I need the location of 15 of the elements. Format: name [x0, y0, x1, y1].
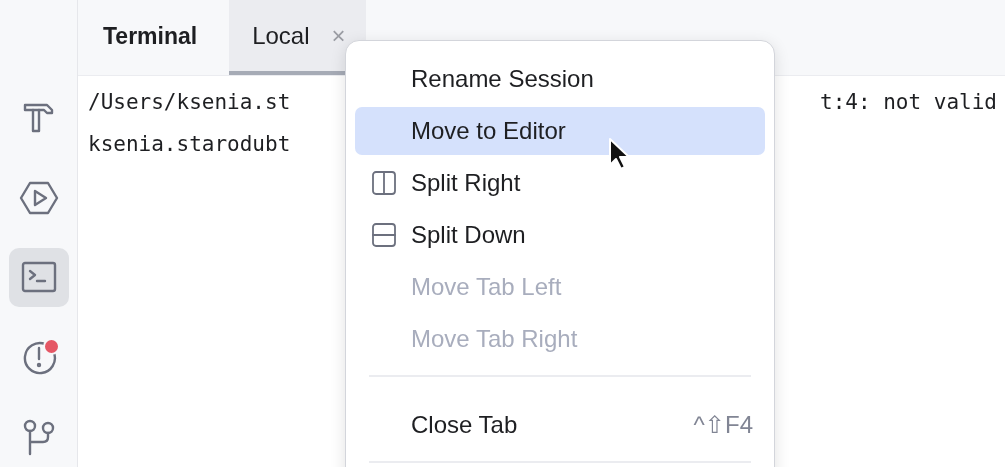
run-icon [18, 179, 59, 216]
tool-window-button[interactable] [8, 247, 69, 308]
terminal-tab[interactable]: Local × [229, 0, 366, 75]
split-down-icon [372, 223, 396, 247]
terminal-output-line: ksenia.starodubt [88, 132, 291, 156]
terminal-icon [20, 261, 57, 294]
terminal-output-line: t:4: not valid [820, 90, 997, 114]
split-right-icon [372, 171, 396, 195]
menu-item[interactable]: Split Down [355, 211, 765, 259]
terminal-output-line: /Users/ksenia.st [88, 90, 291, 114]
menu-item[interactable]: Move to Editor [355, 107, 765, 155]
panel-title: Terminal [102, 21, 199, 51]
menu-item[interactable]: Close Tab ^⇧F4 [355, 401, 765, 449]
shortcut-label: ^⇧F4 [693, 411, 753, 439]
menu-item[interactable]: Split Right [355, 159, 765, 207]
